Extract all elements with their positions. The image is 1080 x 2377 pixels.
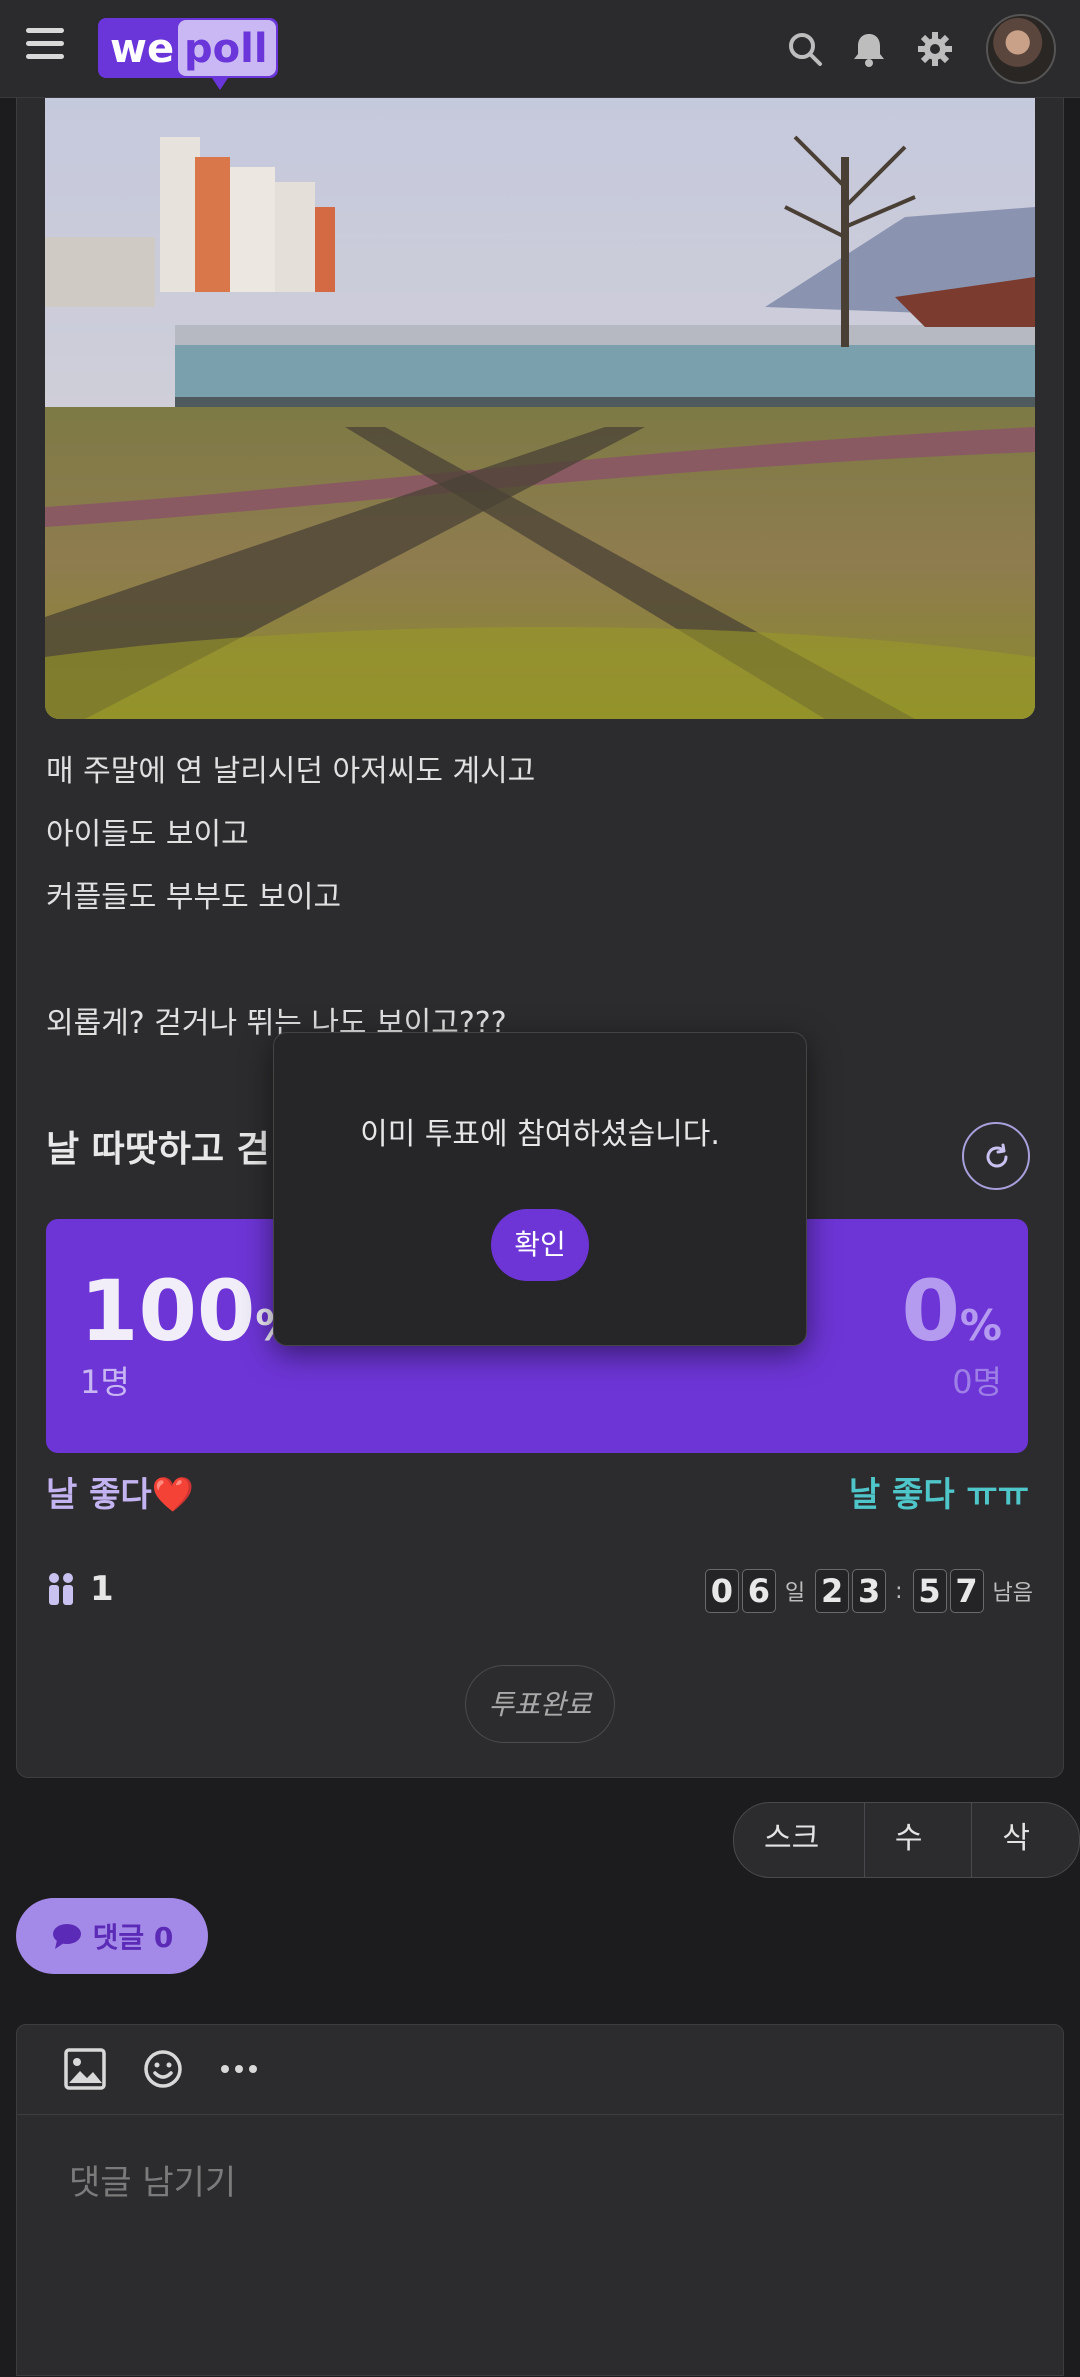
alert-dialog: 이미 투표에 참여하셨습니다. 확인 xyxy=(273,1032,807,1346)
people-icon xyxy=(49,1573,73,1605)
top-header: we poll xyxy=(0,0,1080,98)
timer-digit: 5 xyxy=(912,1569,947,1613)
day-unit: 일 xyxy=(784,1581,806,1606)
timer-digit: 0 xyxy=(704,1569,739,1613)
vote-done-button[interactable]: 투표완료 xyxy=(465,1665,615,1743)
svg-text:we: we xyxy=(110,26,174,72)
post-line xyxy=(46,929,1026,992)
remaining-label: 남음 xyxy=(992,1581,1033,1606)
post-actions: 스크랩 수정 삭제 xyxy=(733,1802,1080,1878)
right-count: 0명 xyxy=(952,1363,1002,1401)
gear-icon[interactable] xyxy=(916,30,954,68)
timer-digit: 6 xyxy=(741,1569,776,1613)
menu-icon[interactable] xyxy=(26,28,64,64)
post-line: 아이들도 보이고 xyxy=(46,817,249,852)
voter-number: 1 xyxy=(90,1569,114,1609)
comment-editor: 댓글 남기기 xyxy=(16,2024,1064,2376)
comments-count-label: 댓글 0 xyxy=(92,1921,174,1954)
dialog-message: 이미 투표에 참여하셨습니다. xyxy=(360,1117,720,1152)
emoji-icon[interactable] xyxy=(141,2047,185,2091)
right-percent: 0% xyxy=(901,1262,1002,1360)
delete-button[interactable]: 삭제 xyxy=(972,1803,1079,1877)
confirm-button[interactable]: 확인 xyxy=(491,1209,589,1281)
more-icon[interactable] xyxy=(217,2047,261,2091)
editor-toolbar xyxy=(17,2025,1063,2115)
poll-question: 날 따땃하고 걷 xyxy=(46,1129,270,1170)
svg-text:poll: poll xyxy=(184,26,268,72)
left-count: 1명 xyxy=(80,1363,130,1401)
search-icon[interactable] xyxy=(786,30,824,68)
countdown-timer: 0 6 일 2 3 : 5 7 남음 xyxy=(704,1569,1033,1613)
post-body: 매 주말에 연 날리시던 아저씨도 계시고 아이들도 보이고 커플들도 부부도 … xyxy=(46,740,1026,1055)
refresh-icon xyxy=(986,1143,1008,1168)
post-line: 매 주말에 연 날리시던 아저씨도 계시고 xyxy=(46,754,536,789)
timer-digit: 2 xyxy=(815,1569,850,1613)
post-card: 매 주말에 연 날리시던 아저씨도 계시고 아이들도 보이고 커플들도 부부도 … xyxy=(16,97,1064,1778)
speech-bubble-icon xyxy=(52,1924,81,1949)
timer-digit: 7 xyxy=(949,1569,984,1613)
image-icon[interactable] xyxy=(63,2047,107,2091)
comments-button[interactable]: 댓글 0 xyxy=(16,1898,208,1974)
post-line: 커플들도 부부도 보이고 xyxy=(46,880,342,915)
voter-count: 1 xyxy=(46,1569,114,1609)
scrap-button[interactable]: 스크랩 xyxy=(734,1803,865,1877)
wepoll-logo[interactable]: we poll xyxy=(96,12,282,92)
comment-input[interactable]: 댓글 남기기 xyxy=(69,2155,236,2204)
option-left-label: 날 좋다❤️ xyxy=(46,1475,195,1515)
post-photo xyxy=(45,97,1035,719)
edit-button[interactable]: 수정 xyxy=(865,1803,973,1877)
timer-digit: 3 xyxy=(852,1569,887,1613)
refresh-button[interactable] xyxy=(962,1122,1030,1190)
left-percent: 100% xyxy=(80,1262,297,1360)
option-right-label: 날 좋다 ㅠㅠ xyxy=(848,1475,1029,1515)
time-separator: : xyxy=(895,1578,903,1604)
bell-icon[interactable] xyxy=(850,30,888,68)
user-avatar[interactable] xyxy=(986,14,1056,84)
